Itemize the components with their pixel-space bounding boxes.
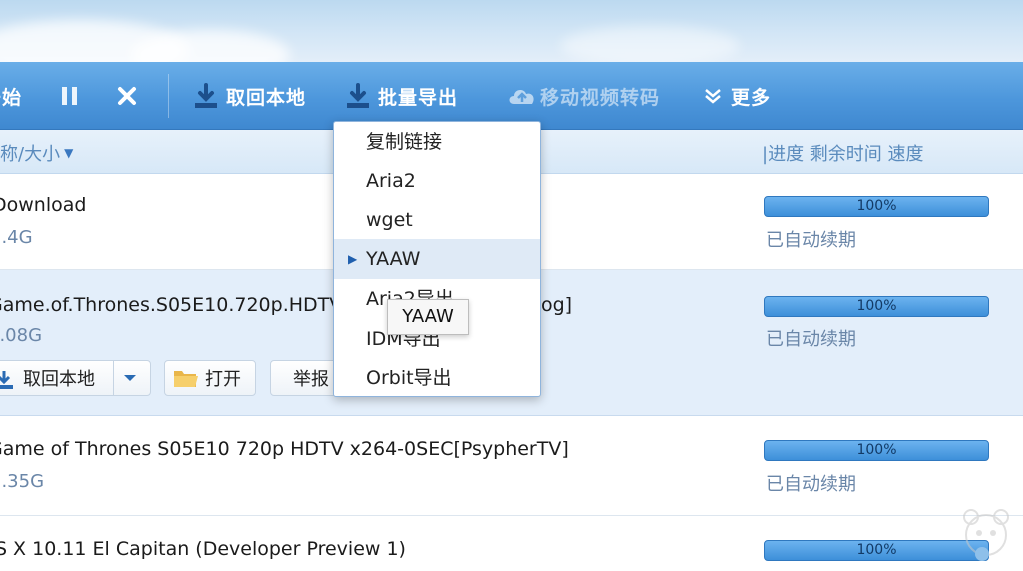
pause-button[interactable]: [60, 62, 88, 130]
list-item[interactable]: Game of Thrones S05E10 720p HDTV x264-0S…: [0, 416, 1023, 516]
transcode-button[interactable]: 移动视频转码: [506, 62, 660, 130]
chevron-down-icon[interactable]: [121, 369, 139, 387]
cloud-upload-icon: [509, 90, 534, 104]
close-icon: [118, 87, 136, 105]
progress-bar: 100%: [764, 196, 989, 217]
toolbar: 开始 取回本地 批量导出 移动视频转码 更多: [0, 62, 1023, 130]
menu-item-orbit-export[interactable]: Orbit导出: [334, 358, 540, 398]
submenu-arrow-icon: ▶: [348, 252, 358, 266]
menu-item-yaaw[interactable]: ▶ YAAW: [334, 239, 540, 279]
batch-export-button[interactable]: 批量导出: [346, 62, 458, 130]
toolbar-divider: [168, 74, 169, 118]
menu-item-label: wget: [366, 209, 413, 231]
menu-item-copy-link[interactable]: 复制链接: [334, 122, 540, 162]
download-icon: [347, 83, 369, 108]
cloud: [560, 26, 740, 62]
scroll-handle[interactable]: [975, 547, 989, 561]
more-label: 更多: [731, 86, 772, 109]
name-size-header: 名称/大小: [0, 144, 61, 165]
batch-export-label: 批量导出: [378, 86, 459, 109]
file-size: 1.35G: [0, 471, 45, 492]
fetch-local-button[interactable]: 取回本地: [194, 62, 306, 130]
file-name: OS X 10.11 El Capitan (Developer Preview…: [0, 538, 406, 560]
row-fetch-local-label: 取回本地: [23, 369, 95, 390]
menu-item-wget[interactable]: wget: [334, 200, 540, 240]
sort-caret-icon: ▼: [64, 146, 74, 160]
tooltip: YAAW: [387, 299, 469, 335]
progress-bar: 100%: [764, 440, 989, 461]
status-text: 已自动续期: [766, 474, 856, 495]
stats-header: |进度 剩余时间 速度: [762, 144, 924, 165]
delete-button[interactable]: [116, 62, 146, 130]
row-fetch-local-button[interactable]: 取回本地: [0, 360, 151, 396]
row-report-label: 举报: [293, 369, 329, 390]
transcode-label: 移动视频转码: [540, 86, 661, 109]
pause-icon: [62, 87, 77, 105]
file-name: Game.of.Thrones.S05E10.720p.HDTV: [0, 294, 343, 316]
file-name: Download: [0, 194, 87, 216]
menu-item-label: YAAW: [366, 248, 421, 270]
file-size: 1.08G: [0, 325, 43, 346]
fetch-local-label: 取回本地: [226, 86, 307, 109]
status-text: 已自动续期: [766, 329, 856, 350]
download-icon: [0, 371, 13, 389]
menu-item-label: Aria2: [366, 170, 416, 192]
menu-item-label: Orbit导出: [366, 367, 452, 389]
file-size: 2.4G: [0, 227, 33, 248]
batch-export-menu: 复制链接 Aria2 wget ▶ YAAW Aria2导出 IDM导出 Orb…: [333, 121, 541, 397]
status-text: 已自动续期: [766, 230, 856, 251]
start-label: 开始: [0, 86, 23, 109]
more-button[interactable]: 更多: [703, 62, 771, 130]
download-icon: [195, 83, 217, 108]
menu-item-label: 复制链接: [366, 131, 443, 153]
file-name-tail: og]: [541, 294, 573, 316]
start-button[interactable]: 开始: [0, 62, 22, 130]
list-item[interactable]: OS X 10.11 El Capitan (Developer Preview…: [0, 516, 1023, 571]
progress-bar: 100%: [764, 296, 989, 317]
sort-by-name-size[interactable]: 名称/大小 ▼: [0, 140, 73, 166]
double-chevron-down-icon: [705, 89, 721, 104]
menu-item-aria2[interactable]: Aria2: [334, 161, 540, 201]
file-name: Game of Thrones S05E10 720p HDTV x264-0S…: [0, 438, 569, 460]
button-divider: [113, 361, 114, 395]
sky-banner: [0, 0, 1023, 62]
row-open-label: 打开: [205, 369, 241, 390]
row-open-button[interactable]: 打开: [164, 360, 256, 396]
folder-icon: [174, 371, 198, 387]
